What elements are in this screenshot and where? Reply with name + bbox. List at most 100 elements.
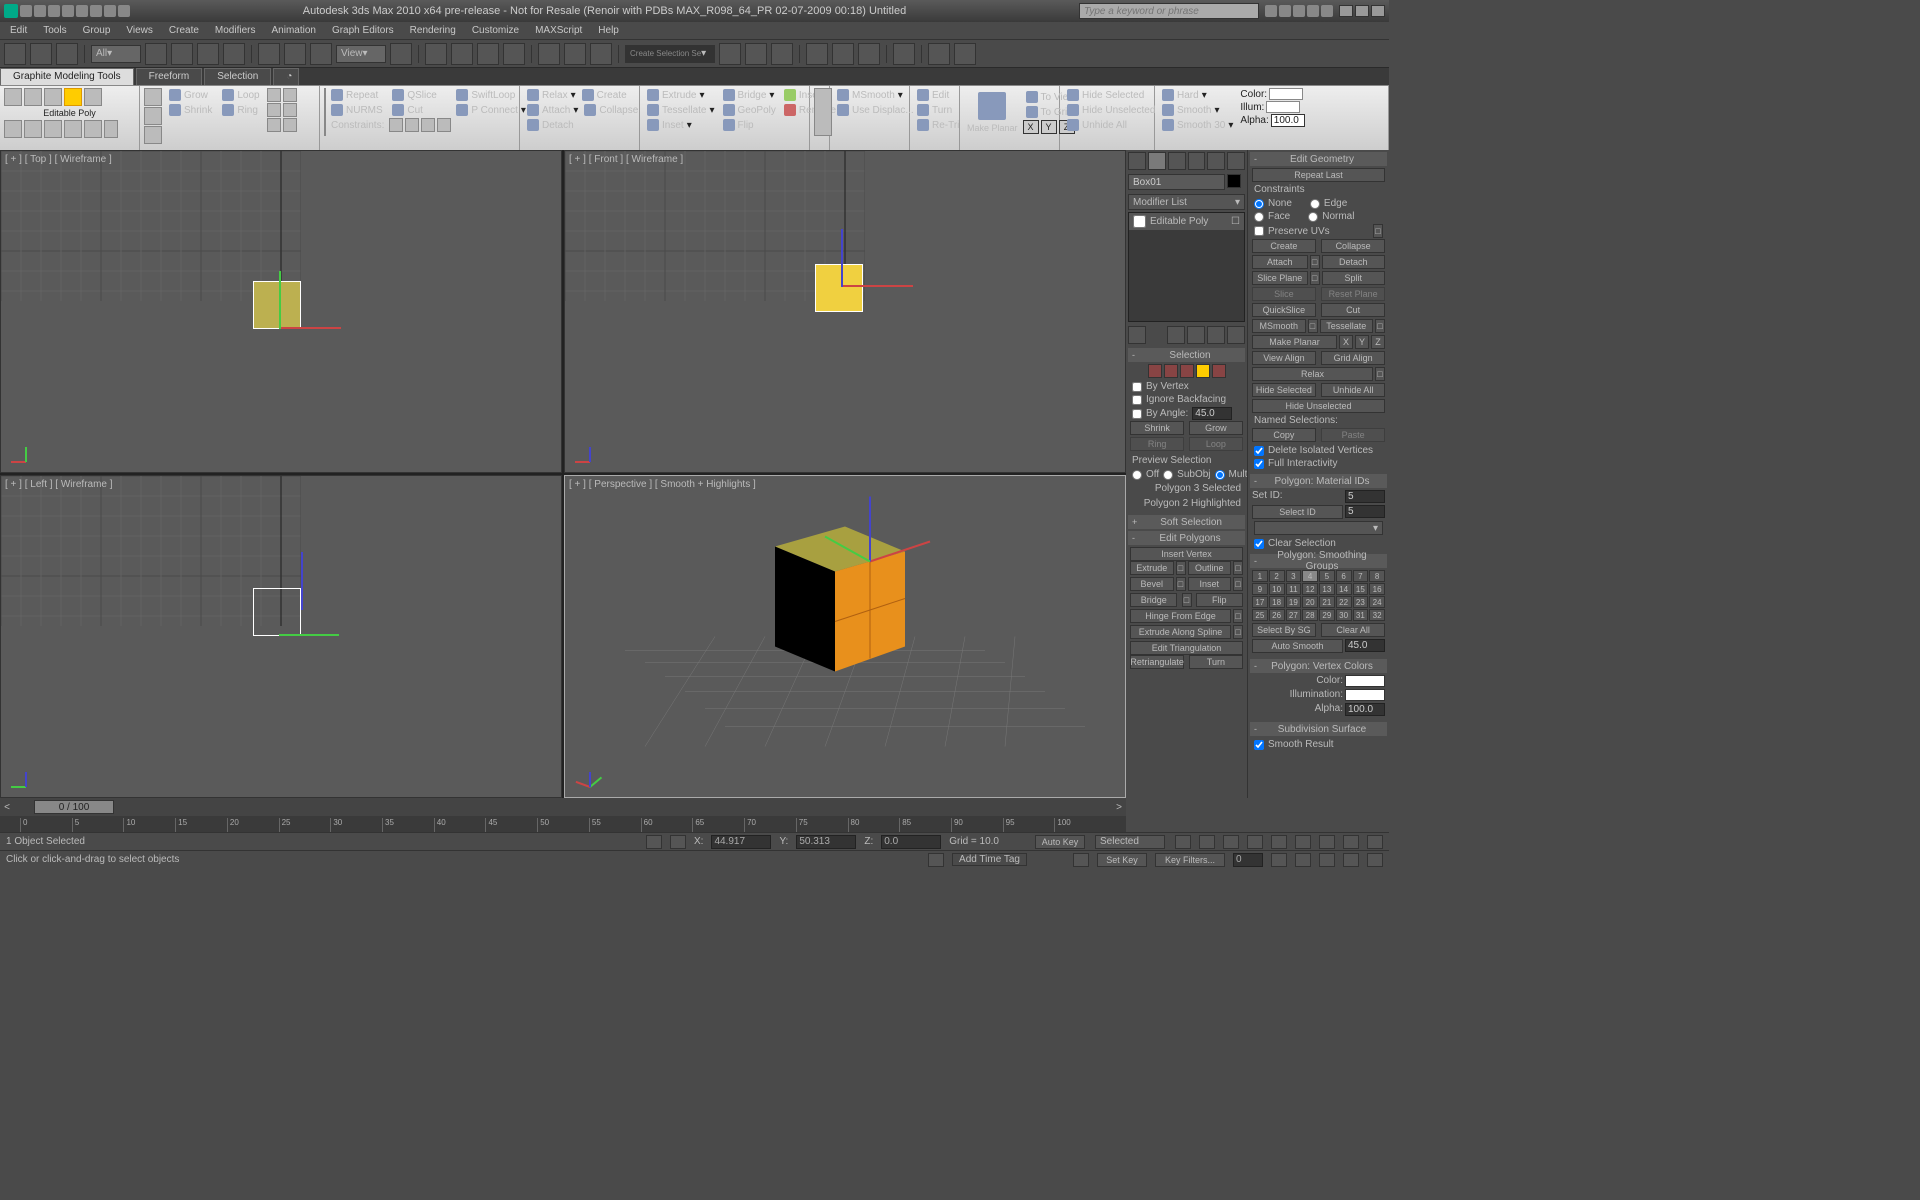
qat-icon[interactable] [90, 5, 102, 17]
matid-name-dropdown[interactable]: ▾ [1254, 521, 1383, 535]
vc-illum-swatch[interactable] [1345, 689, 1385, 701]
view-align-button[interactable]: View Align [1252, 351, 1316, 365]
render-button[interactable] [858, 43, 880, 65]
c-btn[interactable] [437, 118, 451, 132]
qat-new-icon[interactable] [20, 5, 32, 17]
frame-input[interactable]: 0 [1233, 853, 1263, 867]
redo-button[interactable] [30, 43, 52, 65]
window-crossing-button[interactable] [223, 43, 245, 65]
scale-button[interactable] [310, 43, 332, 65]
element-so-icon[interactable] [1212, 364, 1226, 378]
keyfilters-button[interactable]: Key Filters... [1155, 853, 1225, 867]
hierarchy-tab-icon[interactable] [1168, 152, 1186, 170]
sel-button[interactable] [144, 107, 162, 125]
bevel-opts[interactable]: □ [1176, 577, 1186, 591]
slice-plane-button[interactable]: Slice Plane [1252, 271, 1308, 285]
hide-sel-button[interactable]: Hide Selected [1252, 383, 1316, 397]
setid-spinner[interactable]: 5 [1345, 490, 1385, 503]
sg-button-6[interactable]: 6 [1336, 570, 1352, 582]
full-int-check[interactable] [1254, 459, 1264, 469]
tab-graphite[interactable]: Graphite Modeling Tools [0, 68, 134, 85]
minimize-button[interactable] [1339, 5, 1353, 17]
question-icon[interactable] [1321, 5, 1333, 17]
cut-button[interactable]: Cut [389, 103, 451, 117]
qslice-button[interactable]: QSlice [389, 88, 451, 102]
attach-opts[interactable]: □ [1310, 255, 1320, 269]
sel-btn[interactable] [283, 103, 297, 117]
copy-button[interactable]: Copy [1252, 428, 1316, 442]
smooth-button[interactable]: Smooth ▾ [1159, 103, 1236, 117]
ms-opts[interactable]: □ [1308, 319, 1318, 333]
edit-tri-button[interactable]: Edit Triangulation [1130, 641, 1243, 655]
prev-frame-icon[interactable] [1199, 835, 1215, 849]
smooth30-button[interactable]: Smooth 30 ▾ [1159, 118, 1236, 132]
tess-opts[interactable]: □ [1375, 319, 1385, 333]
vertex-mode-button[interactable] [4, 88, 22, 106]
sg-button-1[interactable]: 1 [1252, 570, 1268, 582]
menu-rendering[interactable]: Rendering [410, 25, 456, 36]
unhide-all-button[interactable]: Unhide All [1064, 118, 1150, 132]
sg-button-29[interactable]: 29 [1319, 609, 1335, 621]
ignore-backfacing-check[interactable] [1132, 395, 1142, 405]
nav-icon[interactable] [1367, 835, 1383, 849]
help-icon[interactable] [1265, 5, 1277, 17]
viewport-label[interactable]: [ + ] [ Front ] [ Wireframe ] [569, 154, 683, 165]
select-id-button[interactable]: Select ID [1252, 505, 1343, 519]
ref-coord-dropdown[interactable]: View ▾ [336, 45, 386, 63]
sg-button-17[interactable]: 17 [1252, 596, 1268, 608]
hard-button[interactable]: Hard ▾ [1159, 88, 1236, 102]
qat-save-icon[interactable] [48, 5, 60, 17]
border-so-icon[interactable] [1180, 364, 1194, 378]
sg-button-28[interactable]: 28 [1302, 609, 1318, 621]
collapse-button[interactable]: Collapse [581, 103, 641, 117]
edge-mode-button[interactable] [24, 88, 42, 106]
select-name-button[interactable] [171, 43, 193, 65]
hide-unselected-button[interactable]: Hide Unselected [1064, 103, 1150, 117]
y-button[interactable]: Y [1041, 120, 1057, 134]
constraint-face-radio[interactable] [1254, 212, 1264, 222]
object-name-input[interactable] [1128, 174, 1225, 190]
menu-maxscript[interactable]: MAXScript [535, 25, 582, 36]
sg-button-24[interactable]: 24 [1369, 596, 1385, 608]
sg-button-8[interactable]: 8 [1369, 570, 1385, 582]
stack-btn[interactable] [1227, 326, 1245, 344]
toolbar-button[interactable] [928, 43, 950, 65]
info-icon[interactable] [1307, 5, 1319, 17]
mod-item[interactable]: Editable Poly [1150, 216, 1208, 227]
smooth-result-check[interactable] [1254, 740, 1264, 750]
sel-btn[interactable] [283, 88, 297, 102]
render-setup-button[interactable] [806, 43, 828, 65]
mirror-button[interactable] [538, 43, 560, 65]
named-selection-dropdown[interactable]: Create Selection Se ▾ [625, 45, 715, 63]
poly-button[interactable] [84, 120, 102, 138]
tessellate-button[interactable]: Tessellate ▾ [644, 103, 718, 117]
link-icon[interactable] [1279, 5, 1291, 17]
c-btn[interactable] [421, 118, 435, 132]
nav-icon[interactable] [1319, 835, 1335, 849]
lock-icon[interactable] [646, 835, 662, 849]
stack-btn[interactable] [1207, 326, 1225, 344]
modify-tab-icon[interactable] [1148, 152, 1166, 170]
sg-button-32[interactable]: 32 [1369, 609, 1385, 621]
edit-tri-button[interactable]: Edit [914, 88, 955, 102]
constraint-none-radio[interactable] [1254, 199, 1264, 209]
nav-icon[interactable] [1343, 835, 1359, 849]
make-planar-button[interactable]: Make Planar [964, 88, 1021, 136]
viewport-front[interactable]: [ + ] [ Front ] [ Wireframe ] [564, 150, 1126, 473]
grow-button[interactable]: Grow [166, 88, 215, 102]
sel-by-sg-button[interactable]: Select By SG [1252, 623, 1316, 637]
move-button[interactable] [258, 43, 280, 65]
menu-grapheditors[interactable]: Graph Editors [332, 25, 394, 36]
menu-modifiers[interactable]: Modifiers [215, 25, 256, 36]
outline-button[interactable]: Outline [1188, 561, 1232, 575]
grid-align-button[interactable]: Grid Align [1321, 351, 1385, 365]
viewport-label[interactable]: [ + ] [ Top ] [ Wireframe ] [5, 154, 112, 165]
rollout-editpolys[interactable]: - Edit Polygons [1128, 531, 1245, 545]
attach-button[interactable]: Attach ▾ [524, 103, 581, 117]
ring-button[interactable]: Ring [219, 103, 262, 117]
pivot-button[interactable] [390, 43, 412, 65]
slice-opts[interactable]: □ [1310, 271, 1320, 285]
tessellate-button[interactable]: Tessellate [1320, 319, 1374, 333]
sel-btn[interactable] [267, 118, 281, 132]
mod-toggle[interactable] [1133, 215, 1146, 228]
